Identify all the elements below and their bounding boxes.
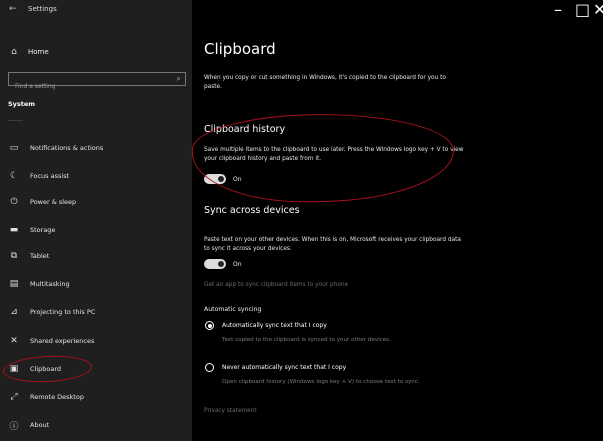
sidebar-item-power-sleep[interactable]: ⏻ Power & sleep	[8, 194, 184, 210]
sidebar-item-label: Shared experiences	[30, 337, 95, 345]
tablet-icon: ⧉	[10, 251, 18, 261]
sidebar-item-shared-experiences[interactable]: ✕ Shared experiences	[8, 333, 184, 349]
sidebar-item-label: Multitasking	[30, 280, 70, 288]
back-arrow-icon[interactable]: ←	[9, 4, 17, 14]
search-box[interactable]: ⌕	[8, 72, 186, 93]
clipboard-intro: When you copy or cut something in Window…	[204, 75, 446, 90]
storage-icon: ▬	[9, 225, 19, 235]
settings-window: ← Settings ⌂ Home ⌕ System ——— ▭ Notific…	[0, 0, 603, 441]
section-heading-system: System	[8, 100, 36, 108]
never-sync-radio[interactable]	[205, 363, 214, 372]
window-title: Settings	[28, 5, 57, 13]
sidebar-item-label: Storage	[30, 226, 56, 234]
sidebar-item-multitasking[interactable]: ▤ Multitasking	[8, 276, 184, 292]
notifications-icon: ▭	[9, 143, 19, 153]
privacy-statement-link[interactable]: Privacy statement	[204, 408, 257, 414]
sidebar-item-remote-desktop[interactable]: ⤢ Remote Desktop	[8, 389, 184, 405]
search-icon[interactable]: ⌕	[177, 74, 181, 84]
sidebar-item-label: Tablet	[30, 252, 50, 260]
sidebar-item-storage[interactable]: ▬ Storage	[8, 222, 184, 238]
projecting-icon: ⊿	[10, 307, 18, 317]
sidebar-item-label: About	[30, 421, 50, 429]
sidebar-item-partial[interactable]: ———	[8, 118, 23, 124]
sidebar-item-notifications[interactable]: ▭ Notifications & actions	[8, 140, 184, 156]
sidebar-item-label: Power & sleep	[30, 198, 77, 206]
sidebar-item-label: Remote Desktop	[30, 393, 84, 401]
sidebar-home-label: Home	[28, 48, 49, 56]
power-icon: ⏻	[10, 197, 18, 207]
page-title: Clipboard	[204, 40, 276, 58]
search-input[interactable]	[9, 80, 169, 93]
moon-icon: ☾	[9, 171, 19, 181]
sync-heading: Sync across devices	[204, 205, 300, 216]
sidebar-item-projecting[interactable]: ⊿ Projecting to this PC	[8, 304, 184, 320]
maximize-icon[interactable]: □	[575, 0, 590, 19]
sidebar-item-about[interactable]: ⓘ About	[8, 417, 184, 433]
home-icon: ⌂	[11, 47, 17, 57]
sidebar-item-label: Focus assist	[30, 172, 70, 180]
minimize-icon[interactable]: –	[554, 0, 562, 19]
shared-experiences-icon: ✕	[10, 336, 18, 346]
multitasking-icon: ▤	[9, 279, 19, 289]
sync-toggle[interactable]	[204, 259, 226, 269]
red-annotation-circle-clipboard	[2, 353, 93, 385]
auto-sync-radio[interactable]	[205, 321, 214, 330]
sync-toggle-label: On	[233, 261, 242, 268]
sync-phone-link[interactable]: Get an app to sync clipboard items to yo…	[204, 282, 348, 288]
sidebar-item-focus-assist[interactable]: ☾ Focus assist	[8, 168, 184, 184]
auto-sync-label[interactable]: Automatically sync text that I copy	[222, 322, 327, 329]
remote-desktop-icon: ⤢	[10, 392, 18, 402]
sidebar-item-label: Projecting to this PC	[30, 308, 96, 316]
content-pane: – □ ✕ Clipboard When you copy or cut som…	[191, 0, 603, 441]
close-icon[interactable]: ✕	[593, 0, 603, 19]
sidebar-item-tablet[interactable]: ⧉ Tablet	[8, 248, 184, 264]
automatic-syncing-heading: Automatic syncing	[204, 306, 262, 313]
never-sync-desc: Open clipboard history (Windows logo key…	[222, 379, 420, 385]
red-annotation-circle-history	[191, 111, 455, 205]
sync-desc: Paste text on your other devices. When t…	[204, 237, 461, 252]
sidebar-item-home[interactable]: ⌂ Home	[8, 44, 49, 60]
auto-sync-desc: Text copied to the clipboard is synced t…	[222, 337, 391, 343]
never-sync-label[interactable]: Never automatically sync text that I cop…	[222, 364, 346, 371]
sidebar: ← Settings ⌂ Home ⌕ System ——— ▭ Notific…	[0, 0, 192, 441]
info-icon: ⓘ	[9, 421, 19, 432]
sidebar-item-label: Notifications & actions	[30, 144, 104, 152]
